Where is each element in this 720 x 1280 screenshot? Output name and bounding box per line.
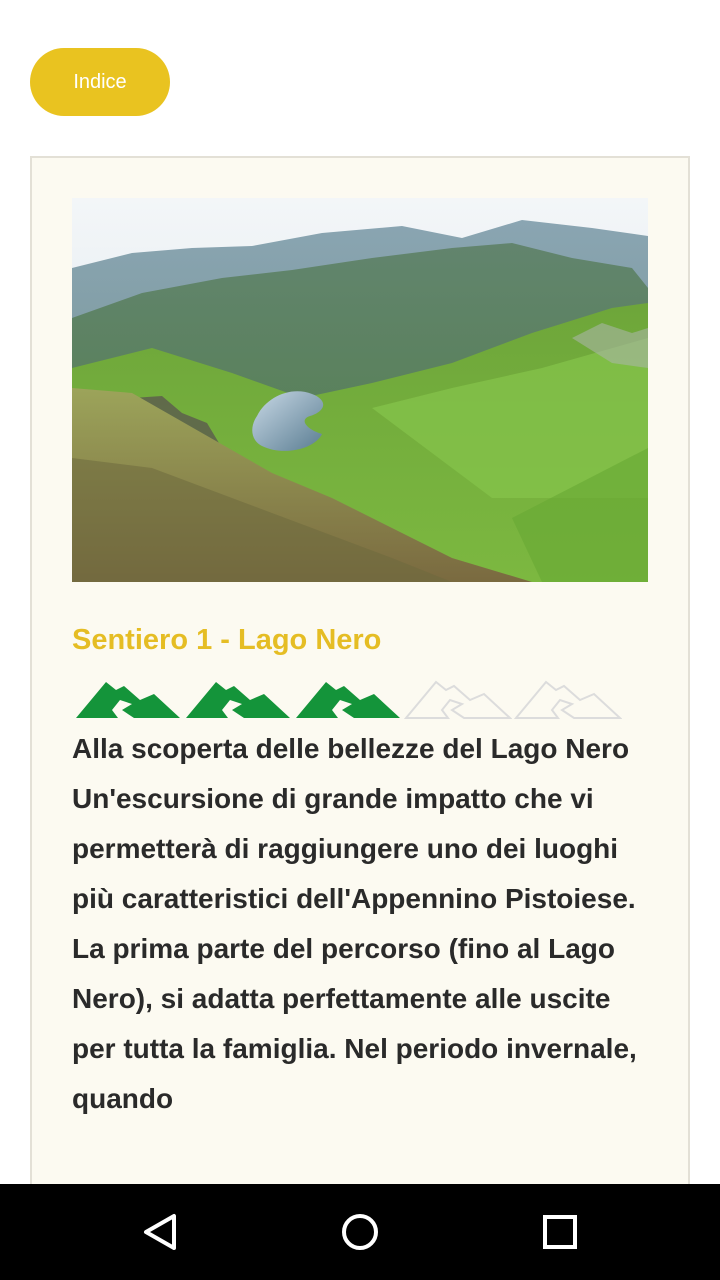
screen: Indice Sentiero 1 - Lago Nero Alla scope… (0, 0, 720, 1280)
back-button[interactable] (130, 1202, 190, 1262)
mountain-outline-icon (514, 680, 622, 719)
lake-landscape-image (72, 198, 648, 582)
mountain-outline-icon (404, 680, 512, 719)
trail-title: Sentiero 1 - Lago Nero (72, 624, 382, 656)
home-button[interactable] (330, 1202, 390, 1262)
home-circle-icon (342, 1214, 378, 1250)
trail-card: Sentiero 1 - Lago Nero Alla scoperta del… (30, 156, 690, 1200)
trail-subtitle: Alla scoperta delle bellezze del Lago Ne… (72, 733, 630, 764)
navigation-bar (0, 1184, 720, 1280)
trail-description-text: Un'escursione di grande impatto che vi p… (72, 783, 637, 1114)
trail-description: Alla scoperta delle bellezze del Lago Ne… (72, 724, 652, 1124)
index-button[interactable]: Indice (30, 48, 170, 116)
recents-square-icon (543, 1215, 577, 1249)
difficulty-rating (74, 674, 622, 722)
mountain-icon (186, 682, 290, 718)
recents-button[interactable] (530, 1202, 590, 1262)
mountain-icon (296, 682, 400, 718)
back-triangle-icon (144, 1214, 176, 1250)
mountain-icon (76, 682, 180, 718)
